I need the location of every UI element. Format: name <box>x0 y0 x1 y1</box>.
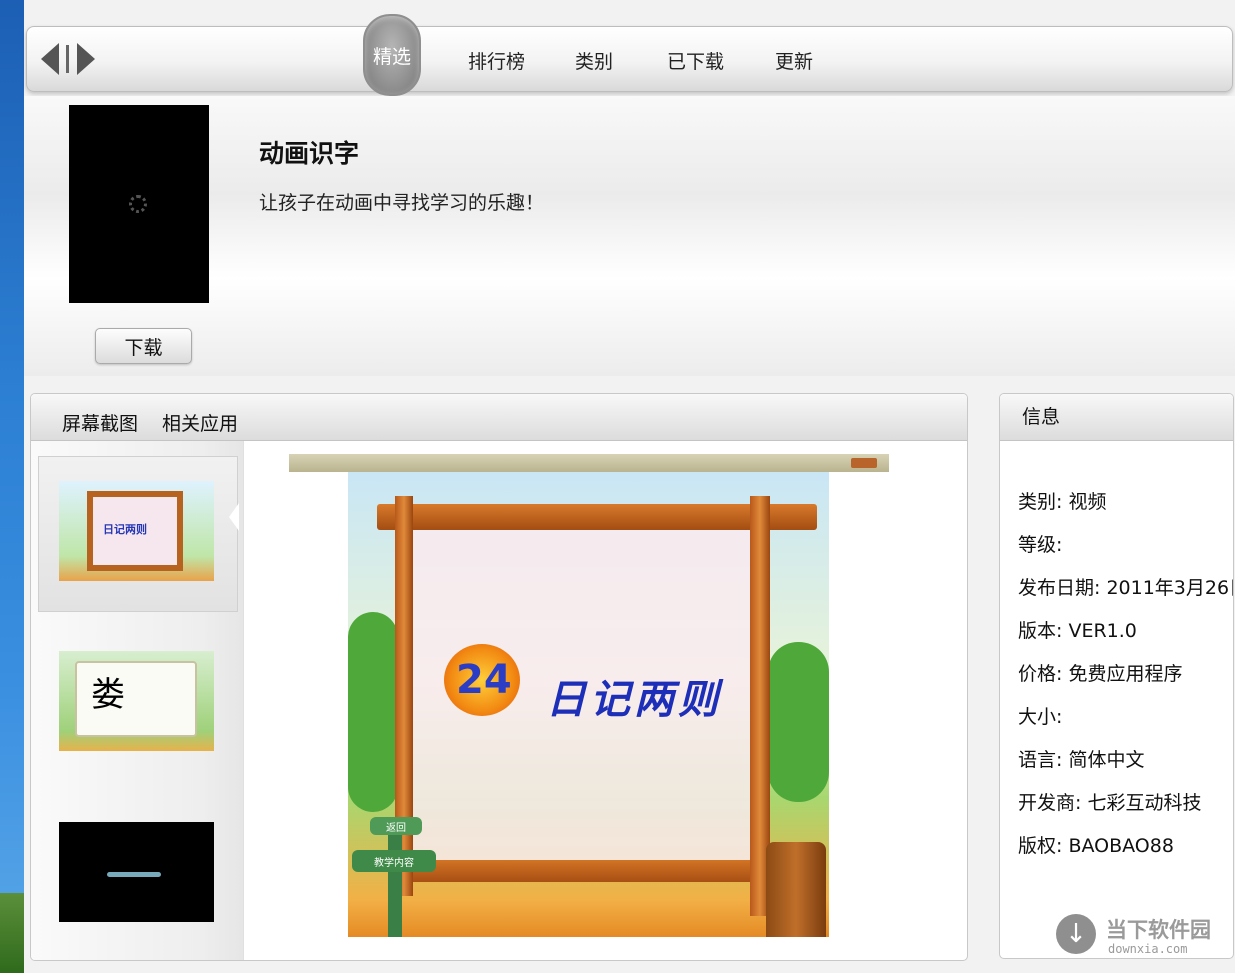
app-video-preview[interactable] <box>69 105 209 303</box>
lesson-number: 24 <box>456 657 512 703</box>
tab-screenshots[interactable]: 屏幕截图 <box>62 409 138 436</box>
frame-bottom-beam <box>413 860 750 882</box>
watermark-cn: 当下软件园 <box>1106 918 1211 942</box>
forward-arrow-icon[interactable] <box>77 43 95 75</box>
thumb-title: 日记两则 <box>103 523 147 536</box>
tree-right-image <box>768 642 829 802</box>
lesson-title: 日记两则 <box>546 676 722 723</box>
app-header: 动画识字 让孩子在动画中寻找学习的乐趣！ 下载 <box>24 96 1235 376</box>
info-title: 信息 <box>1022 406 1061 428</box>
tree-left-image <box>348 612 398 812</box>
sign-teaching-content: 教学内容 <box>352 850 436 872</box>
info-copyright: 版权: BAOBAO88 <box>1018 835 1174 857</box>
screenshot-scene: 24 日记两则 返回 教学内容 <box>348 472 829 937</box>
loading-spinner-icon <box>129 195 147 213</box>
sign-back: 返回 <box>370 817 422 835</box>
info-panel: 信息 类别: 视频 等级: 发布日期: 2011年3月26日 版本: VER1.… <box>999 393 1234 959</box>
app-description: 让孩子在动画中寻找学习的乐趣！ <box>259 192 545 214</box>
info-size: 大小: <box>1018 706 1063 728</box>
info-grade: 等级: <box>1018 534 1063 556</box>
app-store-window: 精选 排行榜 类别 已下载 更新 动画识字 让孩子在动画中寻找学习的乐趣！ 下载… <box>24 0 1235 973</box>
tab-ranking[interactable]: 排行榜 <box>468 47 525 74</box>
site-watermark: ↓ 当下软件园 downxia.com <box>1056 914 1216 958</box>
screenshot-thumbnail-2[interactable]: 娄 <box>59 651 214 751</box>
info-developer: 开发商: 七彩互动科技 <box>1018 792 1202 814</box>
info-price: 价格: 免费应用程序 <box>1018 663 1183 685</box>
screenshots-panel: 屏幕截图 相关应用 日记两则 娄 24 日记两则 返回 教学内容 <box>30 393 968 961</box>
screenshot-titlebar <box>289 454 889 472</box>
back-arrow-icon[interactable] <box>41 43 59 75</box>
tab-categories[interactable]: 类别 <box>575 47 613 74</box>
thumb-loading-bar <box>107 872 161 877</box>
watermark-en: downxia.com <box>1108 942 1188 956</box>
app-title: 动画识字 <box>259 139 360 168</box>
main-screenshot: 24 日记两则 返回 教学内容 <box>289 454 889 937</box>
top-toolbar: 精选 排行榜 类别 已下载 更新 <box>26 14 1233 96</box>
tab-related-apps[interactable]: 相关应用 <box>162 409 238 436</box>
nav-arrows <box>41 43 101 75</box>
info-release-date: 发布日期: 2011年3月26日 <box>1018 577 1234 599</box>
screenshot-close-button <box>851 458 877 468</box>
info-version: 版本: VER1.0 <box>1018 620 1137 642</box>
tab-updates[interactable]: 更新 <box>775 47 813 74</box>
tab-downloaded[interactable]: 已下载 <box>667 47 724 74</box>
thumb-character: 娄 <box>91 675 125 715</box>
screenshots-panel-header: 屏幕截图 相关应用 <box>31 394 967 441</box>
info-panel-header: 信息 <box>1000 394 1233 441</box>
tree-stump-image <box>766 842 826 937</box>
info-category: 类别: 视频 <box>1018 491 1107 513</box>
download-arrow-icon: ↓ <box>1056 914 1096 954</box>
screenshot-thumbnail-1[interactable]: 日记两则 <box>59 481 214 581</box>
thumbnail-list: 日记两则 娄 <box>31 441 244 960</box>
screenshot-thumbnail-3[interactable] <box>59 822 214 922</box>
tab-featured[interactable]: 精选 <box>363 14 421 96</box>
selection-pointer-icon <box>229 503 239 531</box>
arrow-divider <box>66 45 69 73</box>
download-button[interactable]: 下载 <box>95 328 192 364</box>
signpost-pole <box>388 832 402 937</box>
info-language: 语言: 简体中文 <box>1018 749 1145 771</box>
